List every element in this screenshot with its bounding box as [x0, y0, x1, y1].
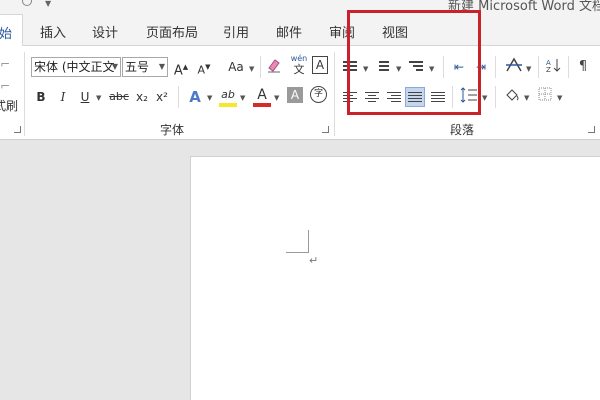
chevron-down-icon[interactable]: ▼ — [96, 94, 101, 102]
highlight-color-bar — [219, 103, 237, 107]
tab-insert[interactable]: 插入 — [40, 22, 66, 41]
format-painter-label[interactable]: 式刷 — [0, 96, 18, 116]
font-name-combo[interactable]: 宋体 (中文正文 ▼ — [31, 57, 121, 77]
svg-text:Z: Z — [546, 66, 551, 73]
character-shading-label: A — [290, 88, 300, 102]
paragraph-dialog-launcher-icon[interactable] — [588, 126, 595, 133]
font-dialog-launcher-icon[interactable] — [322, 126, 329, 133]
divider — [538, 56, 539, 78]
change-case-button[interactable]: Aa — [224, 57, 248, 77]
margin-corner-horizontal — [286, 252, 308, 253]
paragraph-group-label: 段落 — [450, 123, 475, 137]
paint-bucket-icon — [506, 89, 519, 101]
change-case-label: Aa — [228, 60, 244, 74]
text-effects-button[interactable]: A — [186, 87, 204, 107]
chevron-down-icon: ▼ — [111, 62, 118, 71]
tab-design[interactable]: 设计 — [92, 22, 118, 41]
sort-button[interactable]: AZ — [545, 57, 563, 77]
subscript-label: x₂ — [136, 90, 148, 104]
font-size-combo[interactable]: 五号 ▼ — [122, 57, 168, 77]
subscript-button[interactable]: x₂ — [134, 87, 150, 107]
ribbon-tabs: 始 插入 设计 页面布局 引用 邮件 审阅 视图 — [0, 14, 600, 47]
bold-button[interactable]: B — [34, 87, 48, 107]
underline-button[interactable]: U — [78, 87, 92, 107]
phonetic-guide-button[interactable]: wén 文 — [288, 54, 310, 78]
eraser-icon — [268, 59, 280, 73]
font-group-label: 字体 — [160, 123, 185, 137]
character-border-label: A — [315, 58, 325, 72]
font-name-value: 宋体 (中文正文 — [34, 60, 115, 74]
character-shading-button[interactable]: A — [287, 87, 303, 103]
strikethrough-button[interactable]: abc — [108, 87, 130, 107]
chevron-down-icon[interactable]: ▼ — [482, 94, 487, 102]
shrink-font-label: A — [197, 63, 206, 77]
clear-formatting-button[interactable] — [265, 57, 283, 77]
document-area: ↵ — [0, 140, 600, 400]
divider — [568, 56, 569, 78]
chinese-layout-button[interactable] — [504, 57, 524, 77]
shading-button[interactable] — [503, 87, 521, 107]
margin-corner-vertical — [308, 230, 309, 253]
shrink-font-button[interactable]: A▼ — [196, 57, 212, 77]
ribbon: ⌐ ⌐ 式刷 宋体 (中文正文 ▼ 五号 ▼ A▲ A▼ Aa ▼ wén 文 … — [0, 46, 600, 140]
divider — [260, 56, 261, 78]
quick-access-icon[interactable] — [22, 0, 32, 6]
superscript-label: x² — [156, 90, 168, 104]
divider — [495, 56, 496, 78]
phonetic-top-label: wén — [290, 54, 308, 63]
italic-button[interactable]: I — [56, 87, 70, 107]
chevron-down-icon[interactable]: ▼ — [240, 94, 245, 102]
strikethrough-label: abc — [109, 90, 129, 103]
borders-icon — [538, 87, 552, 101]
paragraph-mark-icon: ↵ — [309, 254, 319, 267]
group-separator — [24, 52, 25, 136]
dialog-launcher-icon[interactable] — [14, 126, 21, 133]
font-color-label: A — [257, 87, 267, 103]
tab-home[interactable]: 始 — [0, 14, 24, 47]
quick-access-dropdown-icon[interactable]: ▼ — [45, 0, 51, 8]
character-border-button[interactable]: A — [312, 56, 328, 74]
chevron-down-icon[interactable]: ▼ — [274, 94, 279, 102]
chevron-down-icon[interactable]: ▼ — [524, 94, 529, 102]
grow-font-label: A — [173, 63, 183, 79]
borders-button[interactable] — [537, 87, 553, 107]
sort-icon: AZ — [546, 59, 561, 74]
font-color-bar — [253, 103, 271, 107]
superscript-button[interactable]: x² — [154, 87, 170, 107]
chinese-layout-icon — [506, 57, 522, 72]
chevron-down-icon[interactable]: ▼ — [207, 94, 212, 102]
font-color-button[interactable]: A — [253, 85, 271, 107]
show-formatting-marks-button[interactable]: ¶ — [576, 57, 590, 77]
phonetic-bottom-label: 文 — [293, 63, 305, 76]
grow-font-button[interactable]: A▲ — [173, 57, 189, 79]
enclose-characters-button[interactable]: 字 — [310, 86, 327, 103]
title-bar: ▼ 新建 Microsoft Word 文档 — [0, 0, 600, 14]
annotation-highlight-box — [347, 10, 481, 115]
document-page[interactable]: ↵ — [190, 156, 600, 400]
cut-icon[interactable]: ⌐ — [0, 54, 10, 74]
tab-mailings[interactable]: 邮件 — [276, 22, 302, 41]
pilcrow-icon: ¶ — [578, 59, 588, 74]
chevron-down-icon[interactable]: ▼ — [557, 94, 562, 102]
group-separator — [334, 52, 335, 136]
chevron-down-icon[interactable]: ▼ — [526, 65, 531, 73]
tab-page-layout[interactable]: 页面布局 — [146, 22, 198, 41]
chevron-down-icon: ▼ — [158, 62, 165, 71]
divider — [178, 86, 179, 108]
chevron-down-icon[interactable]: ▼ — [249, 65, 254, 73]
italic-label: I — [60, 90, 66, 104]
enclose-label: 字 — [313, 89, 323, 99]
bold-label: B — [36, 90, 46, 104]
text-effects-label: A — [189, 88, 201, 106]
divider — [495, 86, 496, 108]
tab-references[interactable]: 引用 — [223, 22, 249, 41]
underline-label: U — [80, 90, 90, 104]
highlight-label: ab — [221, 88, 235, 101]
font-size-value: 五号 — [125, 60, 150, 74]
highlight-color-button[interactable]: ab — [218, 85, 238, 107]
copy-icon[interactable]: ⌐ — [0, 76, 10, 96]
